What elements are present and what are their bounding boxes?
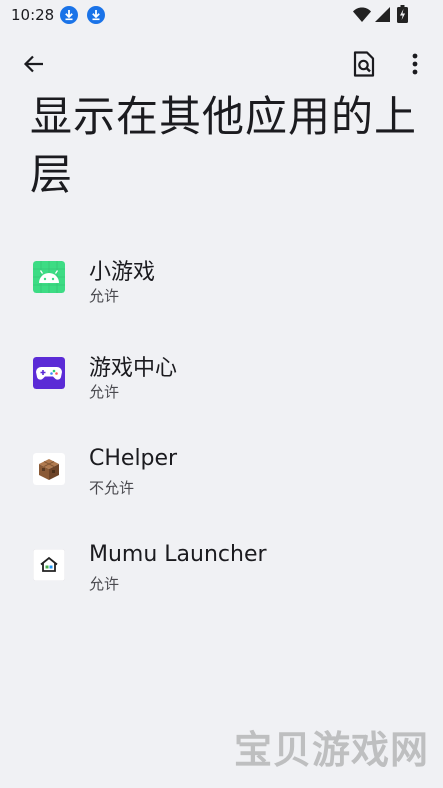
back-button[interactable] xyxy=(16,46,52,82)
app-list-item[interactable]: Mumu Launcher 允许 xyxy=(0,510,443,606)
crafting-table-icon xyxy=(33,453,65,485)
app-name: 游戏中心 xyxy=(89,356,178,381)
wifi-icon xyxy=(353,7,371,22)
app-list-item[interactable]: 小游戏 允许 xyxy=(0,222,443,318)
cell-signal-icon xyxy=(375,7,390,22)
app-permission-status: 允许 xyxy=(89,287,120,305)
app-list-item[interactable]: 游戏中心 允许 xyxy=(0,318,443,414)
gamepad-icon xyxy=(33,357,65,389)
app-permission-status: 允许 xyxy=(89,383,120,401)
search-document-icon xyxy=(353,51,375,77)
download-notification-icon xyxy=(60,6,78,24)
watermark: 宝贝游戏网 xyxy=(233,728,429,772)
android-icon xyxy=(33,261,65,293)
app-name: Mumu Launcher xyxy=(89,542,267,567)
house-icon xyxy=(33,549,65,581)
page-title: 显示在其他应用的上层 xyxy=(30,92,418,199)
arrow-back-icon xyxy=(23,55,43,73)
status-time: 10:28 xyxy=(11,6,55,24)
app-permission-status: 不允许 xyxy=(89,479,135,497)
more-options-button[interactable] xyxy=(397,46,433,82)
app-list-item[interactable]: CHelper 不允许 xyxy=(0,414,443,510)
battery-charging-icon xyxy=(397,5,408,23)
app-name: 小游戏 xyxy=(89,260,156,285)
search-settings-button[interactable] xyxy=(346,46,382,82)
status-bar: 10:28 xyxy=(0,0,443,30)
app-name: CHelper xyxy=(89,446,178,471)
more-vert-icon xyxy=(412,53,418,75)
download-notification-icon xyxy=(87,6,105,24)
app-permission-status: 允许 xyxy=(89,575,120,593)
